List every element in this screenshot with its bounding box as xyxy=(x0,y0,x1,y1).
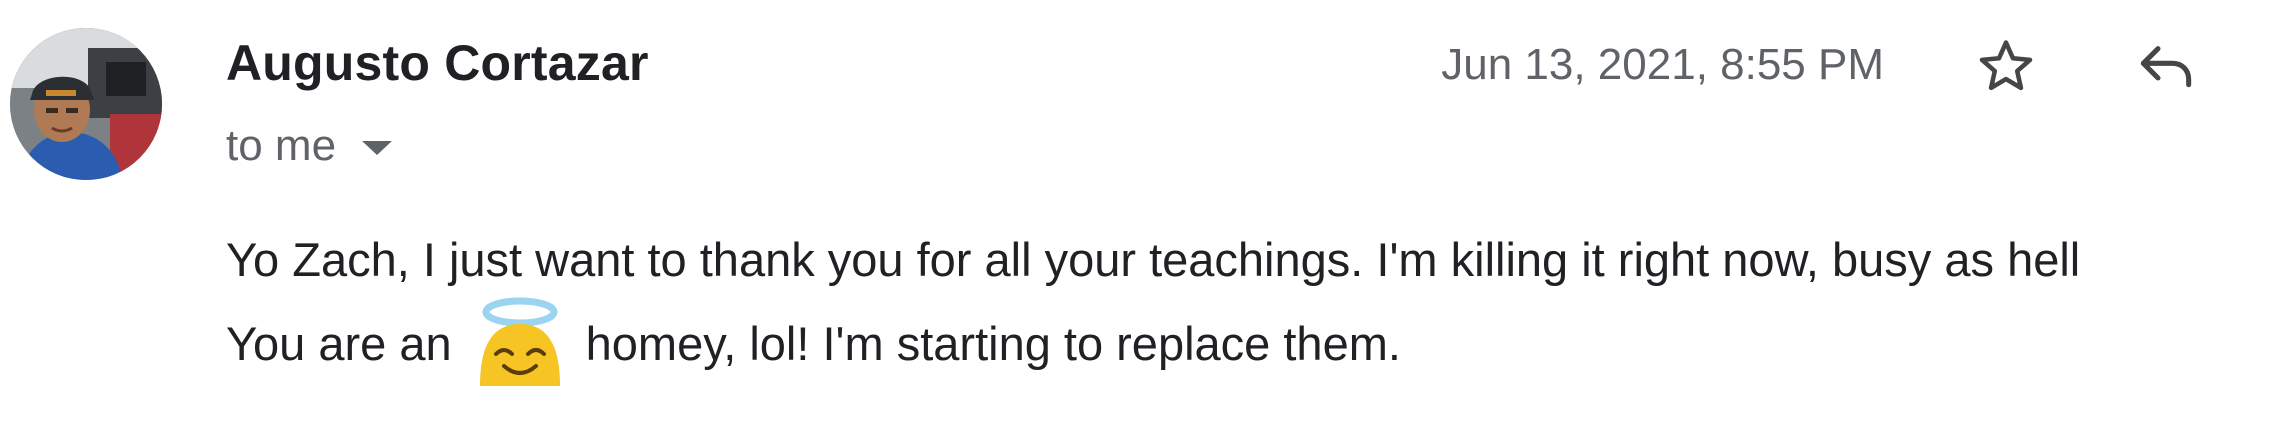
caret-down-icon[interactable] xyxy=(362,141,393,155)
recipient-details-toggle[interactable]: to me xyxy=(226,118,393,174)
halo-emoji-icon xyxy=(468,294,572,398)
reply-arrow-icon xyxy=(2140,46,2192,88)
message-timestamp: Jun 13, 2021, 8:55 PM xyxy=(1441,40,1884,89)
message-line-2-end: homey, lol! I'm starting to replace them… xyxy=(585,317,1401,370)
message-line-2-start: You are an xyxy=(226,317,452,370)
sender-avatar[interactable] xyxy=(10,28,162,180)
message-body: Yo Zach, I just want to thank you for al… xyxy=(226,218,2284,386)
message-line: You are an homey, lol! I'm starting to r… xyxy=(226,297,2284,386)
message-line: Yo Zach, I just want to thank you for al… xyxy=(226,218,2284,302)
message-line-1: Yo Zach, I just want to thank you for al… xyxy=(226,233,2081,286)
star-outline-icon xyxy=(1979,40,2033,91)
recipient-label: to me xyxy=(226,121,337,170)
sender-name: Augusto Cortazar xyxy=(226,35,649,91)
reply-button[interactable] xyxy=(2128,28,2204,104)
star-button[interactable] xyxy=(1968,28,2044,104)
avatar-photo xyxy=(10,28,162,180)
